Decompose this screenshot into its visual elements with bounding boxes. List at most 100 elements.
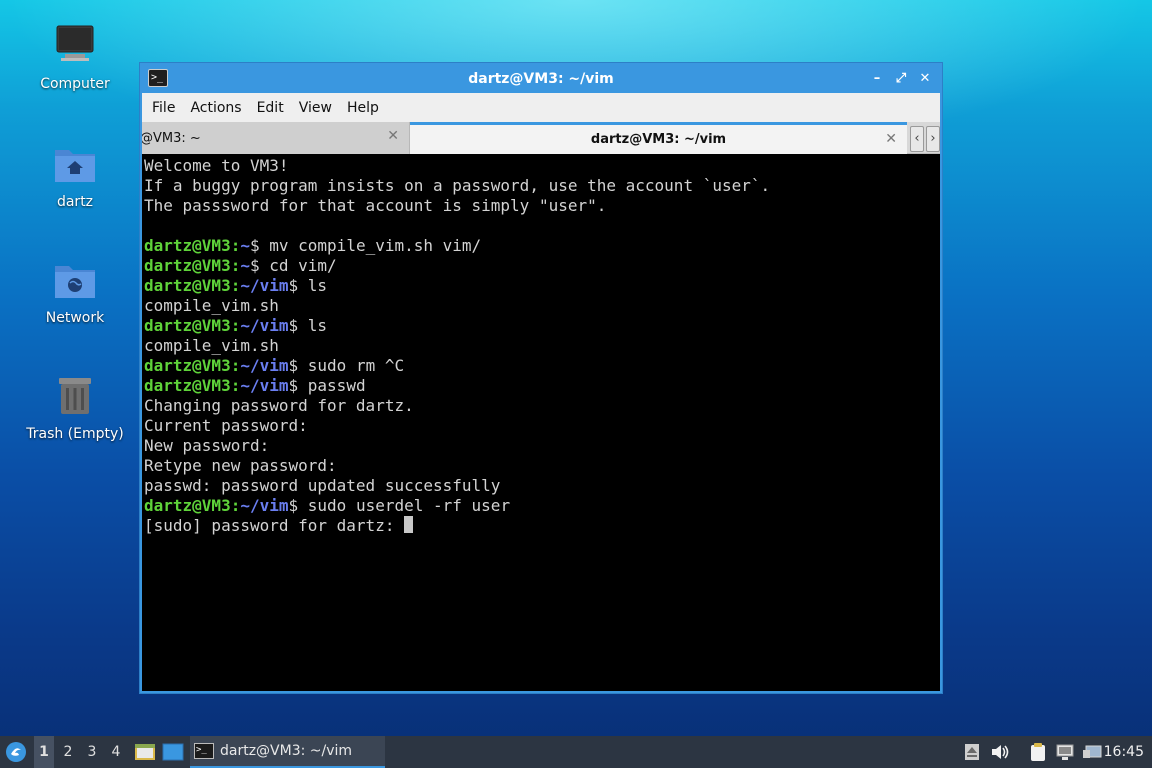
prompt-user: dartz@VM3 (144, 376, 231, 395)
workspace-4[interactable]: 4 (106, 736, 126, 768)
prompt-user: dartz@VM3 (144, 256, 231, 275)
file-manager-icon[interactable] (132, 736, 158, 768)
desktop-icon-label: Network (45, 310, 105, 326)
workspace-2[interactable]: 2 (58, 736, 78, 768)
prompt-symbol: $ (249, 236, 270, 255)
command-text: ls (307, 316, 328, 335)
prompt-user: dartz@VM3 (144, 496, 231, 515)
prompt-path: ~/vim (240, 496, 289, 515)
tab-scroll-left-icon[interactable]: ‹ (910, 126, 924, 152)
menu-bar: File Actions Edit View Help (142, 93, 940, 122)
desktop-icon-trash[interactable]: Trash (Empty) (20, 372, 130, 442)
output-text: Current password: (144, 416, 308, 435)
network-status-icon[interactable] (1053, 736, 1077, 768)
tab-close-icon[interactable]: ✕ (885, 131, 897, 147)
output-text: compile_vim.sh (144, 336, 279, 355)
desktop-icon-home[interactable]: dartz (20, 140, 130, 210)
prompt-user: dartz@VM3 (144, 316, 231, 335)
computer-icon (51, 22, 99, 70)
tab-bar: @VM3: ~ ✕ dartz@VM3: ~/vim ✕ ‹ › (142, 122, 940, 154)
desktop-icon-network[interactable]: Network (20, 256, 130, 326)
terminal-line: New password: (144, 436, 938, 456)
window-titlebar[interactable]: >_ dartz@VM3: ~/vim – ⤢ ✕ (142, 65, 940, 93)
prompt-user: dartz@VM3 (144, 356, 231, 375)
prompt-colon: : (230, 256, 241, 275)
terminal-line: If a buggy program insists on a password… (144, 176, 938, 196)
desktop-icon-label: Computer (40, 76, 110, 92)
command-text: passwd (307, 376, 366, 395)
tab-close-icon[interactable]: ✕ (387, 128, 399, 144)
terminal-line: Current password: (144, 416, 938, 436)
prompt-path: ~/vim (240, 276, 289, 295)
prompt-colon: : (230, 316, 241, 335)
prompt-path: ~ (240, 256, 250, 275)
network-folder-icon (51, 256, 99, 304)
terminal-line: Welcome to VM3! (144, 156, 938, 176)
tab-home[interactable]: @VM3: ~ ✕ (142, 122, 410, 154)
menu-file[interactable]: File (146, 100, 184, 116)
workspace-1[interactable]: 1 (34, 736, 54, 768)
command-text: mv compile_vim.sh vim/ (269, 236, 482, 255)
tab-vim[interactable]: dartz@VM3: ~/vim ✕ (410, 122, 907, 154)
taskbar-task-label: dartz@VM3: ~/vim (220, 743, 353, 759)
home-folder-icon (51, 140, 99, 188)
command-text: sudo rm ^C (307, 356, 405, 375)
workspace-3[interactable]: 3 (82, 736, 102, 768)
prompt-symbol: $ (288, 316, 308, 335)
prompt-colon: : (230, 356, 241, 375)
menu-help[interactable]: Help (341, 100, 388, 116)
terminal-line: dartz@VM3:~$ mv compile_vim.sh vim/ (144, 236, 938, 256)
prompt-colon: : (230, 276, 241, 295)
prompt-colon: : (230, 496, 241, 515)
menu-view[interactable]: View (293, 100, 341, 116)
prompt-user: dartz@VM3 (144, 236, 231, 255)
output-text: compile_vim.sh (144, 296, 279, 315)
tab-scroll-right-icon[interactable]: › (926, 126, 940, 152)
prompt-symbol: $ (288, 356, 308, 375)
restore-button[interactable]: ⤢ (890, 68, 912, 90)
prompt-symbol: $ (288, 496, 308, 515)
output-text: Changing password for dartz. (144, 396, 414, 415)
terminal-line: dartz@VM3:~$ cd vim/ (144, 256, 938, 276)
terminal-line: dartz@VM3:~/vim$ ls (144, 276, 938, 296)
eject-icon[interactable] (962, 736, 982, 768)
terminal-line: dartz@VM3:~/vim$ sudo userdel -rf user (144, 496, 938, 516)
terminal-line: dartz@VM3:~/vim$ passwd (144, 376, 938, 396)
terminal-output[interactable]: Welcome to VM3! If a buggy program insist… (142, 154, 940, 691)
terminal-line: Retype new password: (144, 456, 938, 476)
prompt-colon: : (230, 376, 241, 395)
terminal-line: dartz@VM3:~/vim$ sudo rm ^C (144, 356, 938, 376)
output-text: [sudo] password for dartz: (144, 516, 405, 535)
close-button[interactable]: ✕ (914, 68, 936, 90)
show-desktop-icon[interactable] (160, 736, 186, 768)
command-text: cd vim/ (269, 256, 337, 275)
taskbar-terminal-button[interactable]: >_ dartz@VM3: ~/vim (190, 736, 385, 768)
output-text: Welcome to VM3! (144, 156, 289, 175)
trash-icon (51, 372, 99, 420)
output-text: If a buggy program insists on a password… (144, 176, 771, 195)
desktop-icon-label: dartz (56, 194, 94, 210)
command-text: sudo userdel -rf user (307, 496, 511, 515)
volume-icon[interactable] (988, 736, 1012, 768)
menu-actions[interactable]: Actions (184, 100, 250, 116)
screen-lock-icon[interactable] (1080, 736, 1104, 768)
terminal-icon: >_ (194, 743, 214, 759)
terminal-line: The passsword for that account is simply… (144, 196, 938, 216)
prompt-colon: : (230, 236, 241, 255)
tab-label: dartz@VM3: ~/vim (590, 132, 727, 147)
output-text: New password: (144, 436, 270, 455)
menu-edit[interactable]: Edit (251, 100, 293, 116)
prompt-path: ~ (240, 236, 250, 255)
clipboard-icon[interactable] (1026, 736, 1050, 768)
desktop-icon-computer[interactable]: Computer (20, 22, 130, 92)
prompt-path: ~/vim (240, 356, 289, 375)
app-menu-icon[interactable] (2, 736, 30, 768)
clock: 16:45 (1103, 744, 1144, 760)
minimize-button[interactable]: – (866, 68, 888, 90)
output-text: passwd: password updated successfully (144, 476, 501, 495)
command-text: ls (307, 276, 328, 295)
prompt-path: ~/vim (240, 316, 289, 335)
terminal-line: passwd: password updated successfully (144, 476, 938, 496)
desktop-icon-label: Trash (Empty) (26, 426, 124, 442)
output-text: Retype new password: (144, 456, 337, 475)
